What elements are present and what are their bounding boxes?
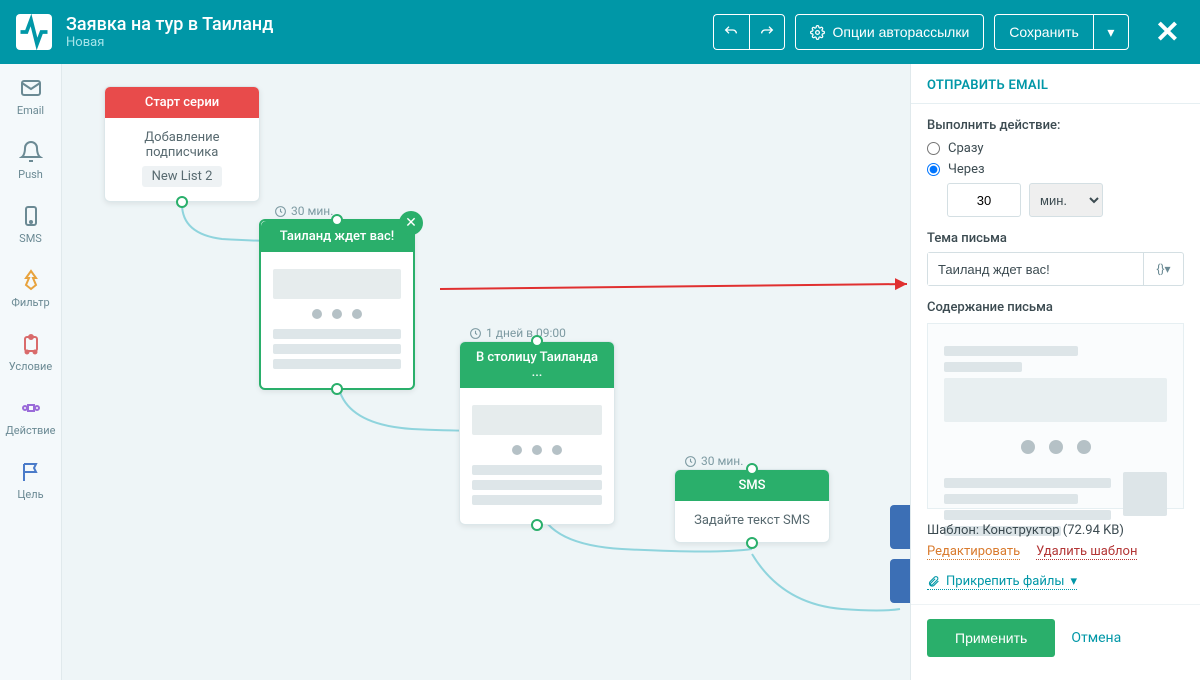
node-body-text: Задайте текст SMS xyxy=(694,513,810,528)
port-out[interactable] xyxy=(746,537,758,549)
port-out[interactable] xyxy=(176,196,188,208)
attach-files-link[interactable]: Прикрепить файлы ▾ xyxy=(927,574,1077,590)
node-partial-offscreen[interactable] xyxy=(890,505,910,549)
action-timing-label: Выполнить действие: xyxy=(927,118,1184,133)
header-title-block: Заявка на тур в Таиланд Новая xyxy=(66,14,273,51)
port-in[interactable] xyxy=(531,335,543,347)
flow-title: Заявка на тур в Таиланд xyxy=(66,14,273,36)
node-email-1[interactable]: ✕ Таиланд ждет вас! xyxy=(259,219,415,390)
cancel-link[interactable]: Отмена xyxy=(1071,630,1121,646)
condition-icon xyxy=(19,332,43,356)
node-start[interactable]: Старт серии Добавление подписчика New Li… xyxy=(104,86,260,202)
clock-icon xyxy=(274,205,287,218)
palette-sms[interactable]: SMS xyxy=(0,192,61,256)
node-list-tag: New List 2 xyxy=(142,166,223,187)
close-button[interactable]: ✕ xyxy=(1151,15,1184,50)
flow-status: Новая xyxy=(66,35,273,50)
element-palette: Email Push SMS Фильтр Условие Действие Ц… xyxy=(0,64,62,680)
palette-condition[interactable]: Условие xyxy=(0,320,61,384)
undo-button[interactable] xyxy=(713,14,749,50)
email-thumbnail xyxy=(273,264,401,374)
clock-icon xyxy=(684,455,697,468)
port-out[interactable] xyxy=(331,383,343,395)
template-info: Шаблон: Конструктор (72.94 KB) Редактиро… xyxy=(927,523,1184,560)
delay-label-1: 30 мин. xyxy=(274,204,333,218)
properties-panel: ОТПРАВИТЬ EMAIL Выполнить действие: Сраз… xyxy=(910,64,1200,680)
node-title: Старт серии xyxy=(105,87,259,118)
email-preview xyxy=(927,323,1184,509)
filter-icon xyxy=(19,268,43,292)
palette-email[interactable]: Email xyxy=(0,64,61,128)
action-icon xyxy=(19,396,43,420)
node-sms[interactable]: SMS Задайте текст SMS xyxy=(674,469,830,543)
redo-button[interactable] xyxy=(749,14,785,50)
flow-canvas[interactable]: Старт серии Добавление подписчика New Li… xyxy=(62,64,910,680)
subject-input[interactable] xyxy=(928,253,1143,285)
flag-icon xyxy=(19,460,43,484)
bell-icon xyxy=(19,140,43,164)
node-email-2[interactable]: В столицу Таиланда ... xyxy=(459,341,615,525)
palette-goal[interactable]: Цель xyxy=(0,448,61,512)
chevron-down-icon: ▾ xyxy=(1070,574,1077,589)
port-in[interactable] xyxy=(746,463,758,475)
delete-template-link[interactable]: Удалить шаблон xyxy=(1036,544,1137,560)
phone-icon xyxy=(19,204,43,228)
email-thumbnail xyxy=(472,400,602,510)
delete-node-button[interactable]: ✕ xyxy=(399,211,423,235)
panel-title: ОТПРАВИТЬ EMAIL xyxy=(911,64,1200,104)
autoresponder-options-button[interactable]: Опции авторассылки xyxy=(795,14,985,50)
delay-label-2: 1 дней в 09:00 xyxy=(469,326,566,340)
subject-label: Тема письма xyxy=(927,231,1184,246)
palette-filter[interactable]: Фильтр xyxy=(0,256,61,320)
node-title: В столицу Таиланда ... xyxy=(460,342,614,388)
port-out[interactable] xyxy=(531,519,543,531)
app-logo-icon xyxy=(16,14,52,50)
clock-icon xyxy=(469,327,482,340)
node-partial-offscreen-2[interactable] xyxy=(890,559,910,603)
palette-push[interactable]: Push xyxy=(0,128,61,192)
edit-template-link[interactable]: Редактировать xyxy=(927,544,1020,560)
insert-variable-button[interactable]: {}▾ xyxy=(1143,253,1183,285)
save-dropdown-button[interactable]: ▾ xyxy=(1093,14,1129,50)
delay-unit-select[interactable]: мин. xyxy=(1029,183,1103,217)
app-header: Заявка на тур в Таиланд Новая Опции авто… xyxy=(0,0,1200,64)
save-button-group: Сохранить ▾ xyxy=(994,14,1129,50)
email-icon xyxy=(19,76,43,100)
delay-value-input[interactable] xyxy=(947,183,1021,217)
content-label: Содержание письма xyxy=(927,300,1184,315)
apply-button[interactable]: Применить xyxy=(927,619,1055,657)
undo-redo-group xyxy=(713,14,785,50)
radio-delay[interactable] xyxy=(927,163,940,176)
save-button[interactable]: Сохранить xyxy=(994,14,1093,50)
paperclip-icon xyxy=(927,575,940,588)
port-in[interactable] xyxy=(331,214,343,226)
radio-immediate[interactable] xyxy=(927,142,940,155)
delay-label-3: 30 мин. xyxy=(684,454,743,468)
node-desc: Добавление подписчика xyxy=(117,130,247,160)
palette-action[interactable]: Действие xyxy=(0,384,61,448)
